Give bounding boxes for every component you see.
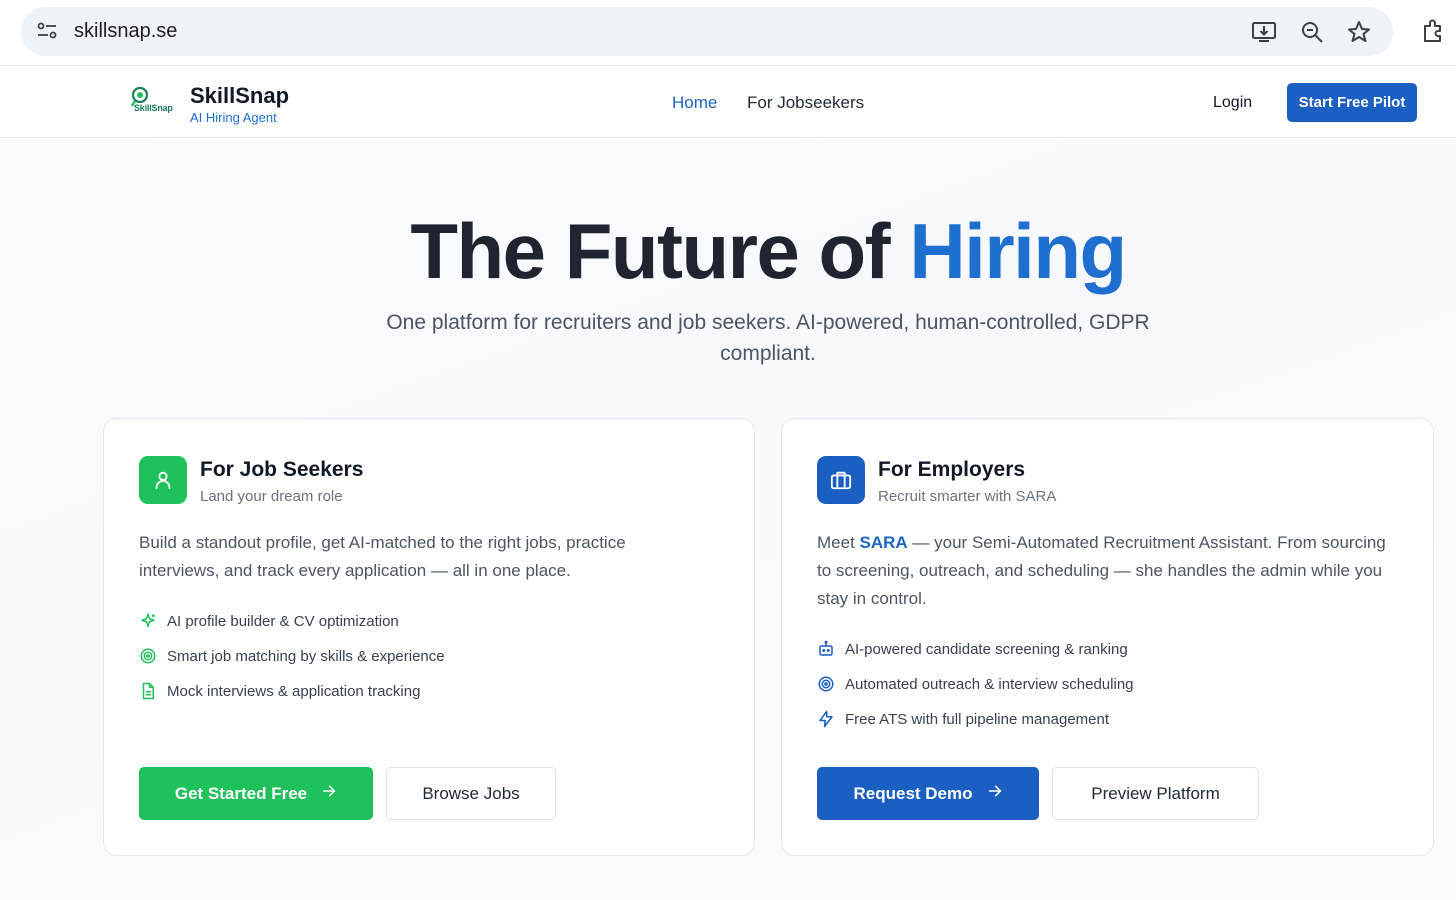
hero-subtitle: One platform for recruiters and job seek… xyxy=(386,311,1150,365)
card-description: Build a standout profile, get AI-matched… xyxy=(139,533,626,580)
feature-item: Automated outreach & interview schedulin… xyxy=(817,675,1134,693)
feature-item: AI-powered candidate screening & ranking xyxy=(817,640,1128,658)
get-started-free-button[interactable]: Get Started Free xyxy=(139,767,373,820)
button-label: Get Started Free xyxy=(174,783,308,803)
bookmark-star-icon[interactable] xyxy=(1346,19,1372,45)
feature-label: AI-powered candidate screening & ranking xyxy=(845,640,1128,658)
skillsnap-logo[interactable]: SkillSnap xyxy=(128,86,174,116)
feature-item: Smart job matching by skills & experienc… xyxy=(139,647,445,665)
brand-tagline: AI Hiring Agent xyxy=(190,110,277,125)
url-text[interactable]: skillsnap.se xyxy=(74,20,177,43)
nav-for-jobseekers[interactable]: For Jobseekers xyxy=(747,93,864,113)
brand-name[interactable]: SkillSnap xyxy=(190,83,289,109)
bot-icon xyxy=(817,640,835,658)
start-free-pilot-button[interactable]: Start Free Pilot xyxy=(1287,83,1417,122)
feature-label: Free ATS with full pipeline management xyxy=(845,710,1110,728)
hero-title: The Future of Hiring xyxy=(0,206,1456,297)
logo-text: SkillSnap xyxy=(134,103,173,113)
hero-section: The Future of Hiring One platform for re… xyxy=(0,139,1456,900)
feature-item: Mock interviews & application tracking xyxy=(139,682,420,700)
address-bar[interactable]: skillsnap.se xyxy=(21,7,1393,56)
card-description: Meet SARA — your Semi-Automated Recruitm… xyxy=(817,529,1402,613)
hero-title-main: The Future of xyxy=(410,207,910,295)
site-header: SkillSnap SkillSnap AI Hiring Agent Home… xyxy=(0,67,1456,138)
feature-label: AI profile builder & CV optimization xyxy=(167,612,399,630)
sparkles-icon xyxy=(139,612,157,630)
card-subtitle: Land your dream role xyxy=(200,488,343,505)
browser-toolbar: skillsnap.se xyxy=(0,0,1456,66)
zoom-icon[interactable] xyxy=(1299,19,1325,45)
lightning-icon xyxy=(817,710,835,728)
browse-jobs-button[interactable]: Browse Jobs xyxy=(386,767,556,820)
sara-highlight: SARA xyxy=(859,533,908,552)
feature-label: Automated outreach & interview schedulin… xyxy=(845,675,1134,693)
install-app-icon[interactable] xyxy=(1251,19,1277,45)
briefcase-icon xyxy=(817,456,865,504)
nav-home[interactable]: Home xyxy=(672,93,717,113)
arrow-right-icon xyxy=(321,783,337,804)
job-seekers-card: For Job Seekers Land your dream role Bui… xyxy=(103,418,755,856)
feature-item: Free ATS with full pipeline management xyxy=(817,710,1109,728)
feature-label: Smart job matching by skills & experienc… xyxy=(167,647,445,665)
card-subtitle: Recruit smarter with SARA xyxy=(878,488,1057,505)
card-title: For Job Seekers xyxy=(200,458,364,481)
desc-prefix: Meet xyxy=(817,533,860,552)
target-icon xyxy=(817,675,835,693)
document-icon xyxy=(139,682,157,700)
card-title: For Employers xyxy=(878,458,1026,481)
feature-label: Mock interviews & application tracking xyxy=(167,682,421,700)
target-icon xyxy=(139,647,157,665)
feature-item: AI profile builder & CV optimization xyxy=(139,612,399,630)
site-info-icon[interactable] xyxy=(35,19,59,43)
request-demo-button[interactable]: Request Demo xyxy=(817,767,1039,820)
hero-title-accent: Hiring xyxy=(909,207,1127,295)
extensions-icon[interactable] xyxy=(1420,18,1446,44)
button-label: Request Demo xyxy=(853,783,973,803)
employers-card: For Employers Recruit smarter with SARA … xyxy=(781,418,1434,856)
login-link[interactable]: Login xyxy=(1213,94,1252,112)
preview-platform-button[interactable]: Preview Platform xyxy=(1052,767,1259,820)
arrow-right-icon xyxy=(987,783,1003,804)
user-icon xyxy=(139,456,187,504)
